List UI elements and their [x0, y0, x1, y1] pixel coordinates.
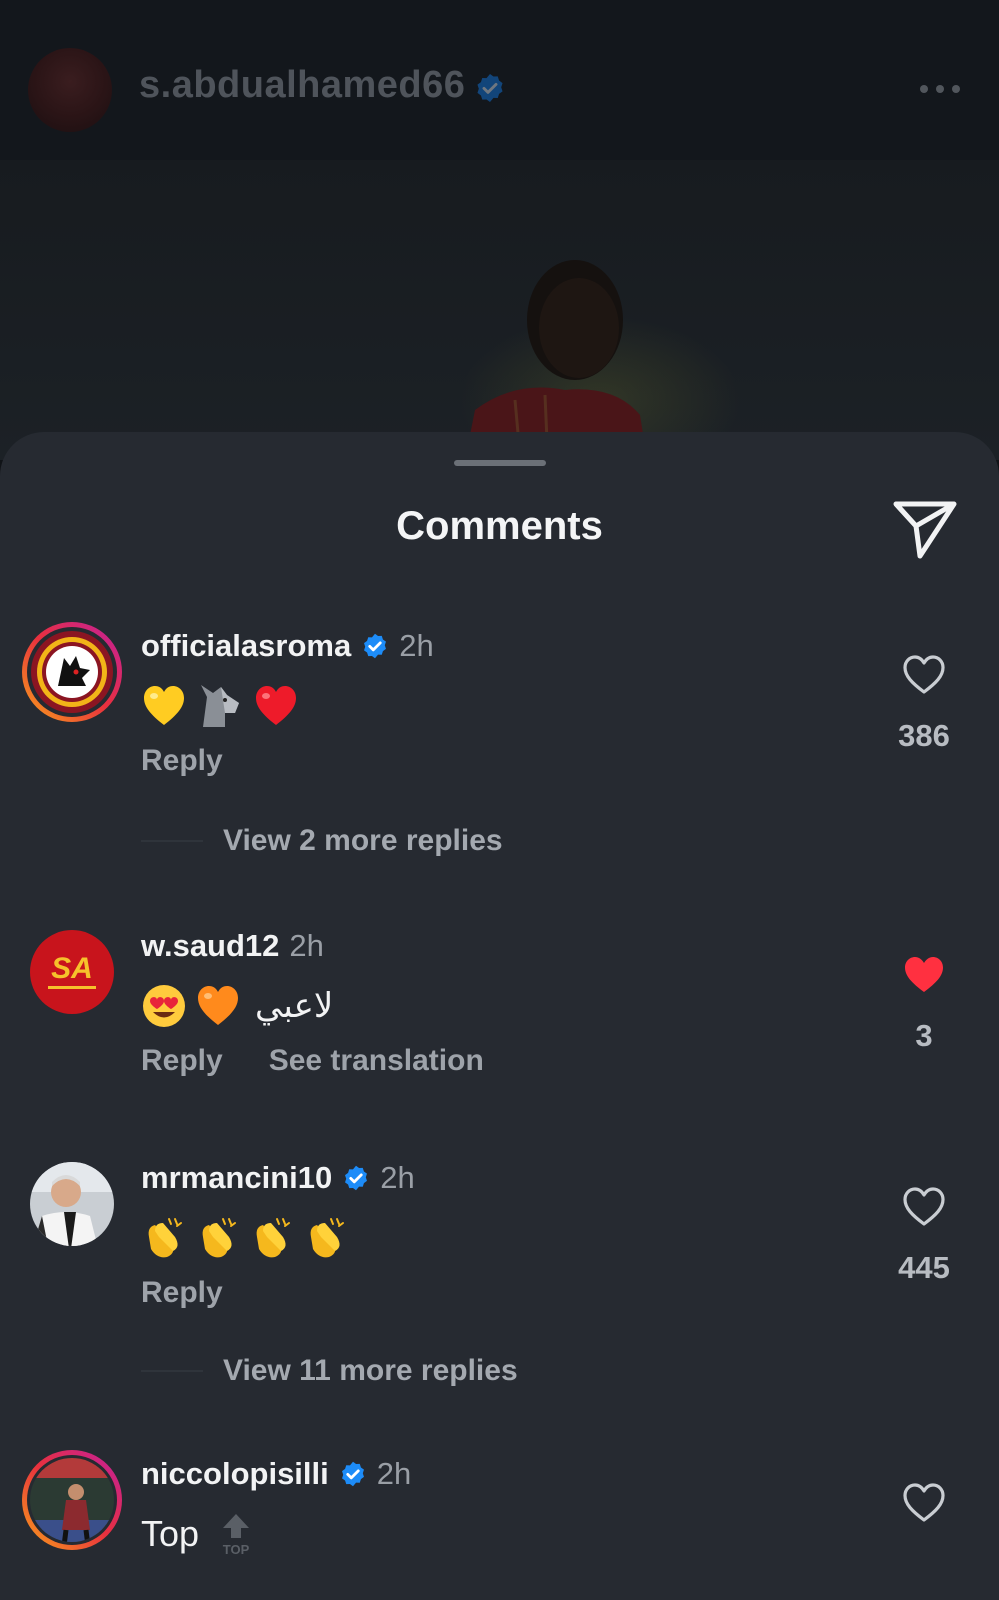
verified-icon	[477, 74, 503, 102]
reply-button[interactable]: Reply	[141, 1044, 223, 1078]
comment-username[interactable]: w.saud12	[141, 928, 279, 964]
top-arrow-icon: TOP	[223, 1514, 250, 1556]
avatar[interactable]: SA	[20, 920, 124, 1024]
post-author-username[interactable]: s.abdualhamed66	[139, 64, 465, 107]
comment-actions: Reply See translation	[141, 1044, 484, 1078]
comment-header: w.saud12 2h	[141, 924, 324, 968]
avatar[interactable]	[20, 620, 124, 724]
comment-header: mrmancini10 2h	[141, 1156, 415, 1200]
clapping-hands-icon	[202, 1218, 236, 1258]
replies-divider-line	[141, 840, 203, 842]
clapping-hands-icon	[310, 1218, 344, 1258]
like-heart-icon[interactable]	[902, 1186, 946, 1228]
share-send-icon[interactable]	[890, 496, 960, 562]
liked-heart-icon[interactable]	[902, 954, 946, 996]
view-replies-button[interactable]: View 2 more replies	[141, 824, 503, 858]
comment-actions: Reply	[141, 744, 223, 778]
replies-divider-line	[141, 1370, 203, 1372]
comment-text	[141, 676, 307, 736]
verified-icon	[341, 1461, 364, 1487]
comment-header: niccolopisilli 2h	[141, 1452, 411, 1496]
clapping-hands-icon	[148, 1218, 182, 1258]
sheet-drag-handle[interactable]	[454, 460, 546, 466]
verified-icon	[364, 633, 387, 659]
comment-username[interactable]: officialasroma	[141, 628, 351, 664]
see-translation-button[interactable]: See translation	[269, 1044, 484, 1078]
like-heart-icon[interactable]	[902, 1482, 946, 1524]
sheet-title: Comments	[396, 504, 603, 548]
red-heart-icon	[256, 686, 296, 725]
orange-heart-icon	[198, 986, 238, 1025]
like-count: 445	[898, 1250, 950, 1285]
comment-arabic-text: لاعبي	[255, 986, 334, 1026]
comments-sheet: Comments officialasroma 2h Reply 386 Vie…	[0, 432, 999, 1600]
comment-text: Top TOP	[141, 1504, 253, 1564]
avatar[interactable]	[20, 1448, 124, 1552]
comment-text-content: Top	[141, 1513, 200, 1554]
comment-time: 2h	[289, 928, 324, 963]
heart-eyes-icon	[143, 985, 185, 1027]
clapping-hands-icon	[256, 1218, 290, 1258]
more-options-icon[interactable]	[918, 74, 962, 104]
view-replies-button[interactable]: View 11 more replies	[141, 1354, 518, 1388]
like-count: 386	[898, 718, 950, 753]
post-header: s.abdualhamed66	[0, 0, 999, 160]
comment-header: officialasroma 2h	[141, 624, 434, 668]
verified-icon	[345, 1165, 368, 1191]
comment-username[interactable]: niccolopisilli	[141, 1456, 329, 1492]
like-count: 3	[915, 1018, 933, 1053]
yellow-heart-icon	[144, 686, 184, 725]
svg-text:TOP: TOP	[223, 1542, 250, 1556]
post-author-avatar[interactable]	[28, 48, 112, 132]
reply-button[interactable]: Reply	[141, 1276, 223, 1310]
view-replies-label: View 2 more replies	[223, 824, 503, 857]
avatar[interactable]	[20, 1152, 124, 1256]
screen: s.abdualhamed66 Comments officialasroma …	[0, 0, 999, 1600]
like-heart-icon[interactable]	[902, 654, 946, 696]
comment-time: 2h	[399, 628, 434, 663]
comment-time: 2h	[376, 1456, 412, 1491]
comment-time: 2h	[380, 1160, 415, 1195]
comment-text	[141, 1208, 357, 1268]
post-photo-player	[465, 260, 648, 460]
comment-username[interactable]: mrmancini10	[141, 1160, 332, 1196]
view-replies-label: View 11 more replies	[223, 1354, 518, 1387]
comment-actions: Reply	[141, 1276, 223, 1310]
wolf-icon	[201, 685, 239, 727]
reply-button[interactable]: Reply	[141, 744, 223, 778]
post-image	[0, 160, 999, 460]
comment-text: لاعبي	[141, 976, 333, 1036]
svg-text:SA: SA	[51, 952, 93, 985]
